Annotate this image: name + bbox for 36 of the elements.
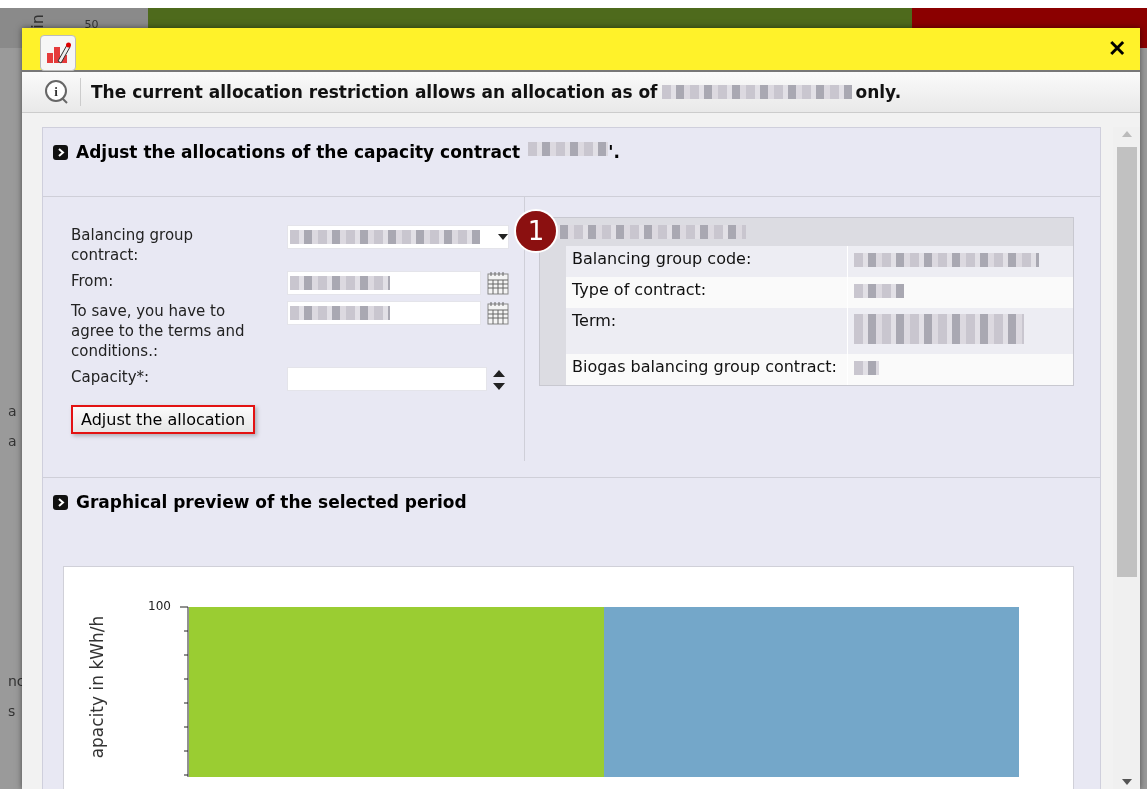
scroll-up-icon[interactable]: [1121, 131, 1132, 137]
redacted-value: [854, 284, 904, 298]
tick-label: 50: [84, 18, 99, 31]
y-axis-label: apacity in kWh/h: [87, 615, 108, 759]
info-message: The current allocation restriction allows an allocation as of: [91, 82, 658, 102]
axis-label: in: [27, 14, 47, 29]
step-badge: 1: [514, 209, 558, 253]
redacted-value: [854, 361, 879, 375]
field-label: Balancing group contract:: [71, 225, 195, 265]
backdrop-text: nc: [8, 673, 25, 689]
contract-select[interactable]: [287, 225, 509, 249]
calendar-icon[interactable]: [487, 301, 509, 325]
info-message-end: only.: [855, 82, 902, 102]
capacity-field[interactable]: [287, 367, 487, 391]
backdrop-text: s: [8, 703, 16, 719]
y-tick-label: 100: [148, 599, 171, 613]
section-title-end: '.: [608, 142, 620, 162]
backdrop-text: a: [8, 403, 17, 419]
scroll-down-icon[interactable]: [1121, 779, 1132, 785]
section-title: Graphical preview of the selected period: [76, 492, 467, 512]
dropdown-caret-icon: [498, 234, 508, 240]
field-label: To save, you have to agree to the terms and conditions.:: [71, 301, 246, 361]
close-button[interactable]: ✕: [1108, 36, 1126, 62]
backdrop-text: a: [8, 433, 17, 449]
adjust-allocation-button[interactable]: Adjust the allocation: [71, 405, 256, 434]
field-label: Capacity*:: [71, 367, 151, 388]
field-label: From:: [71, 271, 115, 292]
section-bullet-icon: [53, 495, 68, 510]
calendar-icon[interactable]: [487, 271, 509, 295]
section-bullet-icon: [53, 145, 68, 160]
info-icon: i: [44, 79, 70, 105]
section-title: Adjust the allocations of the capacity contract: [76, 142, 521, 162]
date-field[interactable]: [287, 271, 481, 295]
detail-label: Biogas balancing group contract:: [566, 354, 848, 385]
chart-pencil-icon: [40, 35, 76, 71]
date-field[interactable]: [287, 301, 481, 325]
